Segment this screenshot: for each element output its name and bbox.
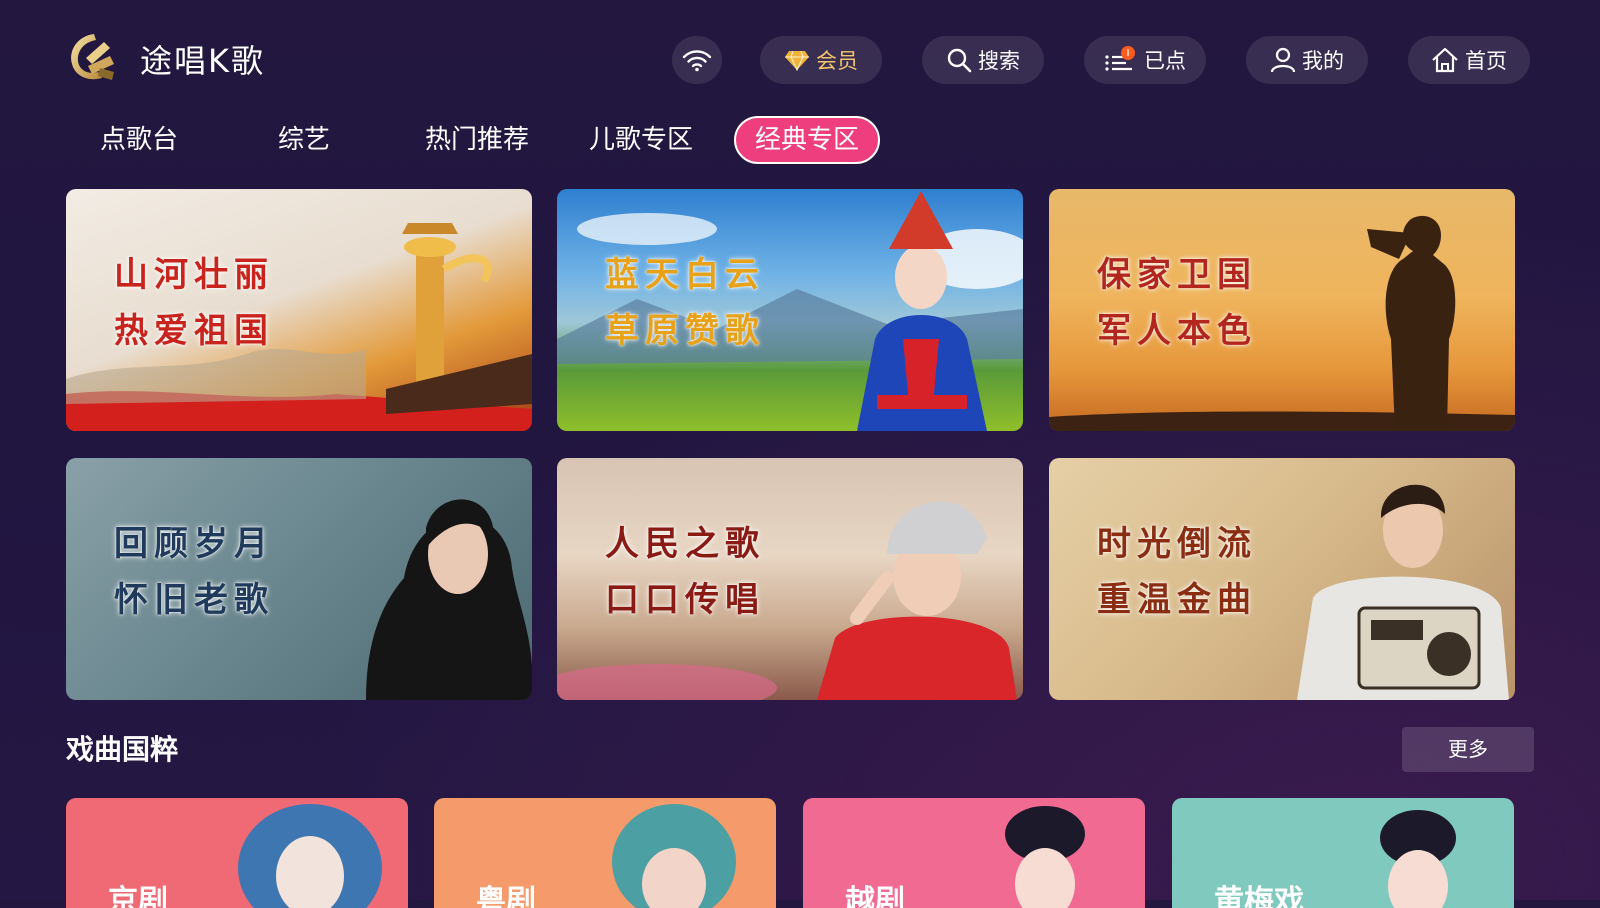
banner-grassland[interactable]: 蓝天白云 草原赞歌 xyxy=(557,189,1023,431)
more-button[interactable]: 更多 xyxy=(1402,727,1534,772)
queued-songs-button[interactable]: 已点 xyxy=(1084,36,1206,84)
opera-name: 越剧 xyxy=(845,884,905,908)
search-label: 搜索 xyxy=(978,49,1020,73)
tab-hot-recommend[interactable]: 热门推荐 xyxy=(418,116,536,164)
banner-soldier[interactable]: 保家卫国 军人本色 xyxy=(1049,189,1515,431)
opera-card-cantonese[interactable]: 粤剧 xyxy=(434,798,776,908)
opera-card-huangmei[interactable]: 黄梅戏 xyxy=(1172,798,1514,908)
banner-caption: 保家卫国 军人本色 xyxy=(1097,255,1257,351)
tab-children-songs[interactable]: 儿歌专区 xyxy=(582,116,700,164)
user-icon xyxy=(1270,47,1296,73)
tab-classic-zone[interactable]: 经典专区 xyxy=(734,116,880,164)
banner-nostalgia[interactable]: 回顾岁月 怀旧老歌 xyxy=(66,458,532,700)
queued-label: 已点 xyxy=(1144,49,1186,73)
banner-caption: 回顾岁月 怀旧老歌 xyxy=(114,524,274,620)
wifi-button[interactable] xyxy=(672,36,722,84)
member-button[interactable]: 会员 xyxy=(760,36,882,84)
banner-caption: 时光倒流 重温金曲 xyxy=(1097,524,1257,620)
wifi-icon xyxy=(682,50,712,72)
home-button[interactable]: 首页 xyxy=(1408,36,1530,84)
banner-caption: 人民之歌 口口传唱 xyxy=(605,524,765,620)
app-logo xyxy=(71,34,114,80)
opera-name: 粤剧 xyxy=(476,884,536,908)
member-label: 会员 xyxy=(816,49,858,73)
search-icon xyxy=(947,48,972,73)
opera-name: 京剧 xyxy=(108,884,168,908)
banner-golden-oldies[interactable]: 时光倒流 重温金曲 xyxy=(1049,458,1515,700)
tab-variety[interactable]: 综艺 xyxy=(274,116,334,164)
opera-name: 黄梅戏 xyxy=(1214,884,1304,908)
opera-card-peking[interactable]: 京剧 xyxy=(66,798,408,908)
mine-label: 我的 xyxy=(1302,49,1344,73)
diamond-icon xyxy=(785,50,809,71)
section-title-opera: 戏曲国粹 xyxy=(66,733,179,766)
banner-caption: 山河壮丽 热爱祖国 xyxy=(114,255,274,351)
opera-card-yue[interactable]: 越剧 xyxy=(803,798,1145,908)
tab-song-station[interactable]: 点歌台 xyxy=(94,116,184,164)
banner-motherland[interactable]: 山河壮丽 热爱祖国 xyxy=(66,189,532,431)
banner-caption: 蓝天白云 草原赞歌 xyxy=(605,255,765,351)
app-title: 途唱K歌 xyxy=(140,42,265,80)
home-label: 首页 xyxy=(1465,49,1507,73)
playlist-icon xyxy=(1105,46,1135,71)
mine-button[interactable]: 我的 xyxy=(1246,36,1368,84)
home-icon xyxy=(1432,47,1458,73)
banner-people-songs[interactable]: 人民之歌 口口传唱 xyxy=(557,458,1023,700)
search-button[interactable]: 搜索 xyxy=(922,36,1044,84)
